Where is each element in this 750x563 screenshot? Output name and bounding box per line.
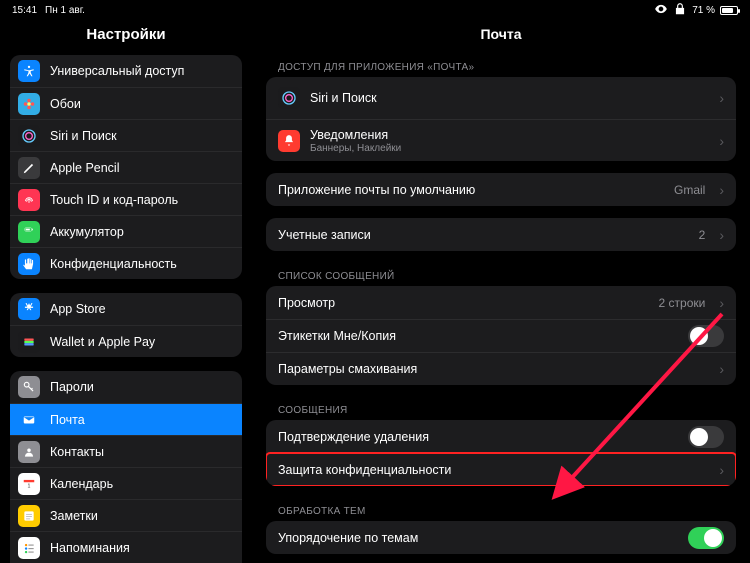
sidebar-item-label: Напоминания	[50, 541, 130, 555]
sidebar-item-contacts[interactable]: Контакты	[10, 435, 242, 467]
row-title: Приложение почты по умолчанию	[278, 183, 475, 197]
battery-percent: 71 %	[692, 5, 715, 16]
main-panel: Почта ДОСТУП ДЛЯ ПРИЛОЖЕНИЯ «ПОЧТА»Siri …	[252, 20, 750, 563]
setting-row-to-cc-labels[interactable]: Этикетки Мне/Копия	[266, 319, 736, 352]
sidebar-item-passwords[interactable]: Пароли	[10, 371, 242, 403]
setting-row-preview[interactable]: Просмотр 2 строки ›	[266, 286, 736, 319]
setting-row-organize-by-thread[interactable]: Упорядочение по темам	[266, 521, 736, 554]
sidebar-item-label: App Store	[50, 302, 106, 316]
row-title: Учетные записи	[278, 228, 371, 242]
eye-icon	[654, 2, 668, 19]
sidebar-item-label: Apple Pencil	[50, 161, 120, 175]
sidebar-item-label: Универсальный доступ	[50, 64, 184, 78]
hand-icon	[18, 253, 40, 275]
setting-row-siri-search[interactable]: Siri и Поиск ›	[266, 77, 736, 119]
setting-row-confirm-delete[interactable]: Подтверждение удаления	[266, 420, 736, 453]
row-subtitle: Баннеры, Наклейки	[310, 143, 401, 154]
sidebar-item-label: Аккумулятор	[50, 225, 124, 239]
sidebar-item-label: Wallet и Apple Pay	[50, 335, 155, 349]
row-title: Параметры смахивания	[278, 362, 417, 376]
siri-icon	[278, 87, 300, 109]
sidebar-item-label: Заметки	[50, 509, 98, 523]
toggle-switch[interactable]	[688, 325, 724, 347]
sidebar-item-label: Пароли	[50, 380, 94, 394]
row-title: Упорядочение по темам	[278, 531, 418, 545]
sidebar-item-mail[interactable]: Почта	[10, 403, 242, 435]
sidebar-item-label: Календарь	[50, 477, 113, 491]
sidebar-item-label: Touch ID и код-пароль	[50, 193, 178, 207]
sidebar-item-privacy[interactable]: Конфиденциальность	[10, 247, 242, 279]
status-bar: 15:41 Пн 1 авг. 71 %	[0, 0, 750, 20]
row-title: Siri и Поиск	[310, 91, 377, 105]
sidebar-item-pencil[interactable]: Apple Pencil	[10, 151, 242, 183]
setting-row-accounts[interactable]: Учетные записи 2 ›	[266, 218, 736, 251]
reminders-icon	[18, 537, 40, 559]
sidebar-item-battery[interactable]: Аккумулятор	[10, 215, 242, 247]
section-label: СООБЩЕНИЯ	[266, 397, 736, 420]
sidebar-item-wallpaper[interactable]: Обои	[10, 87, 242, 119]
sidebar-item-siri-search[interactable]: Siri и Поиск	[10, 119, 242, 151]
sidebar-item-wallet[interactable]: Wallet и Apple Pay	[10, 325, 242, 357]
sidebar-item-notes[interactable]: Заметки	[10, 499, 242, 531]
contact-icon	[18, 441, 40, 463]
setting-row-swipe-options[interactable]: Параметры смахивания ›	[266, 352, 736, 385]
svg-text:1: 1	[28, 483, 31, 489]
wallet-icon	[18, 331, 40, 353]
chevron-right-icon: ›	[719, 361, 724, 377]
row-title: Этикетки Мне/Копия	[278, 329, 396, 343]
toggle-switch[interactable]	[688, 527, 724, 549]
sidebar: Настройки Универсальный доступ Обои Siri и…	[0, 20, 252, 563]
battery-icon	[720, 6, 738, 15]
section-label: СПИСОК СООБЩЕНИЙ	[266, 263, 736, 286]
sidebar-item-label: Обои	[50, 97, 81, 111]
sidebar-item-touchid[interactable]: Touch ID и код-пароль	[10, 183, 242, 215]
sidebar-item-label: Siri и Поиск	[50, 129, 117, 143]
sidebar-item-reminders[interactable]: Напоминания	[10, 531, 242, 563]
chevron-right-icon: ›	[719, 227, 724, 243]
row-value: 2 строки	[659, 296, 706, 310]
row-title: Уведомления	[310, 128, 401, 142]
calendar-icon: 1	[18, 473, 40, 495]
sidebar-item-appstore[interactable]: App Store	[10, 293, 242, 325]
lock-icon	[673, 2, 687, 19]
status-date: Пн 1 авг.	[45, 5, 85, 16]
main-title: Почта	[252, 20, 750, 54]
mail-icon	[18, 409, 40, 431]
sidebar-title: Настройки	[0, 20, 252, 55]
row-title: Подтверждение удаления	[278, 430, 429, 444]
row-title: Защита конфиденциальности	[278, 463, 451, 477]
chevron-right-icon: ›	[719, 182, 724, 198]
notes-icon	[18, 505, 40, 527]
key-icon	[18, 376, 40, 398]
toggle-switch[interactable]	[688, 426, 724, 448]
accessibility-icon	[18, 60, 40, 82]
flower-icon	[18, 93, 40, 115]
row-title: Просмотр	[278, 296, 335, 310]
sidebar-item-label: Конфиденциальность	[50, 257, 177, 271]
pencil-icon	[18, 157, 40, 179]
sidebar-item-label: Почта	[50, 413, 85, 427]
fingerprint-icon	[18, 189, 40, 211]
chevron-right-icon: ›	[719, 90, 724, 106]
sidebar-item-calendar[interactable]: 1 Календарь	[10, 467, 242, 499]
setting-row-default-app[interactable]: Приложение почты по умолчанию Gmail ›	[266, 173, 736, 206]
setting-row-privacy-protection[interactable]: Защита конфиденциальности ›	[266, 453, 736, 486]
sidebar-item-label: Контакты	[50, 445, 104, 459]
chevron-right-icon: ›	[719, 462, 724, 478]
section-label: ОБРАБОТКА ТЕМ	[266, 498, 736, 521]
sidebar-item-accessibility[interactable]: Универсальный доступ	[10, 55, 242, 87]
bell-icon	[278, 130, 300, 152]
row-value: 2	[699, 228, 706, 242]
battery-icon	[18, 221, 40, 243]
status-time: 15:41	[12, 5, 37, 16]
siri-icon	[18, 125, 40, 147]
appstore-icon	[18, 298, 40, 320]
setting-row-notifications[interactable]: УведомленияБаннеры, Наклейки ›	[266, 119, 736, 161]
section-label: ДОСТУП ДЛЯ ПРИЛОЖЕНИЯ «ПОЧТА»	[266, 54, 736, 77]
chevron-right-icon: ›	[719, 295, 724, 311]
chevron-right-icon: ›	[719, 133, 724, 149]
row-value: Gmail	[674, 183, 705, 197]
